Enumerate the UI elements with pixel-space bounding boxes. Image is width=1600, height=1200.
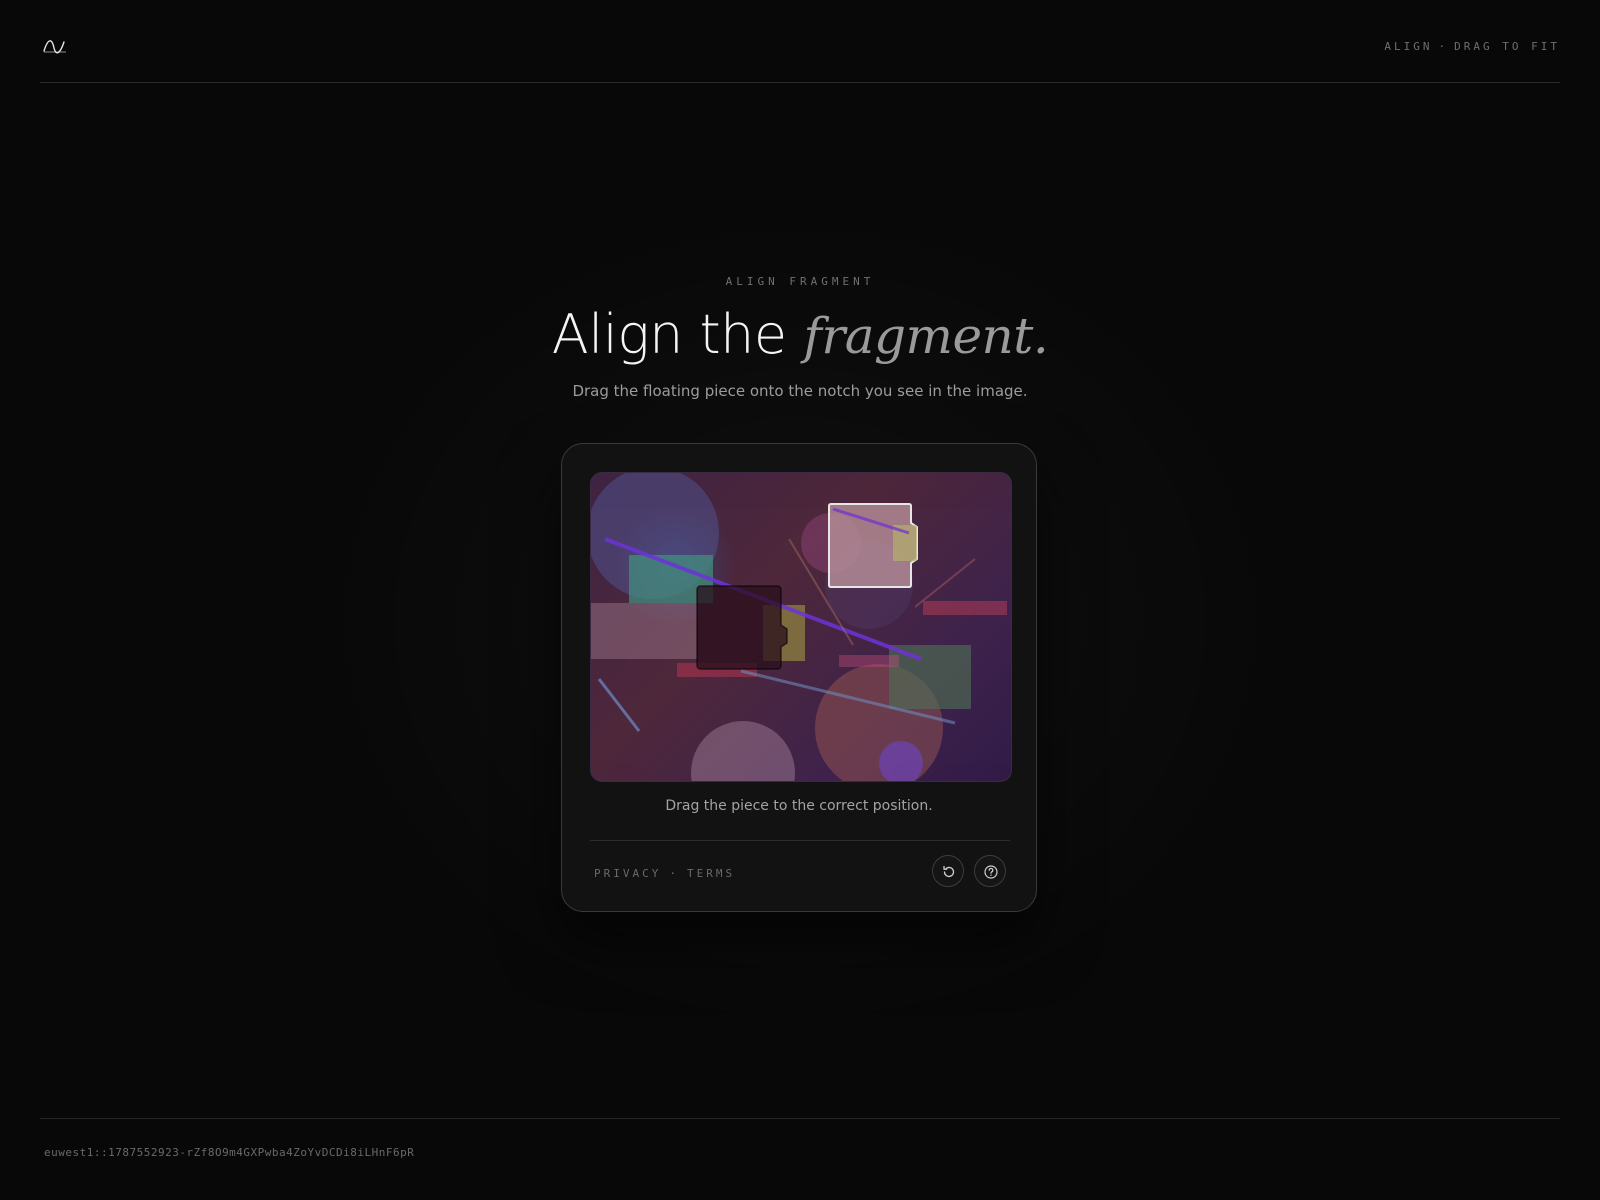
help-icon [984,865,998,879]
top-bar: ALIGN · DRAG TO FIT [40,0,1560,83]
eyebrow-label: ALIGN FRAGMENT [725,275,875,288]
refresh-icon [943,865,955,878]
instruction-text: Drag the piece to the correct position. [665,798,933,814]
puzzle-image [591,473,1007,781]
puzzle-canvas [590,472,1012,782]
terms-link[interactable]: TERMS [687,867,735,880]
legal-links: PRIVACY · TERMS [594,867,735,880]
background-shapes [591,473,1007,781]
captcha-card: Drag the piece to the correct position. … [561,443,1037,912]
footer-divider [40,1118,1560,1119]
title-main: Align the [551,303,787,366]
mode-hint: DRAG TO FIT [1454,40,1560,53]
notch-target [696,585,788,670]
privacy-link[interactable]: PRIVACY [594,867,661,880]
session-token: euwest1::1787552923-rZf8O9m4GXPwba4ZoYvD… [44,1146,415,1159]
page-title: Align the fragment. [0,300,1600,371]
wave-logo-icon[interactable] [42,36,68,56]
mode-separator: · [1438,40,1449,53]
link-separator: · [669,867,679,880]
title-accent: fragment. [803,307,1049,365]
refresh-button[interactable] [932,855,964,887]
help-button[interactable] [974,855,1006,887]
card-footer: PRIVACY · TERMS [590,840,1010,913]
mode-label: ALIGN [1384,40,1433,53]
mode-indicator: ALIGN · DRAG TO FIT [1384,40,1560,53]
page-subtitle: Drag the floating piece onto the notch y… [572,382,1028,400]
draggable-piece[interactable] [828,503,918,588]
